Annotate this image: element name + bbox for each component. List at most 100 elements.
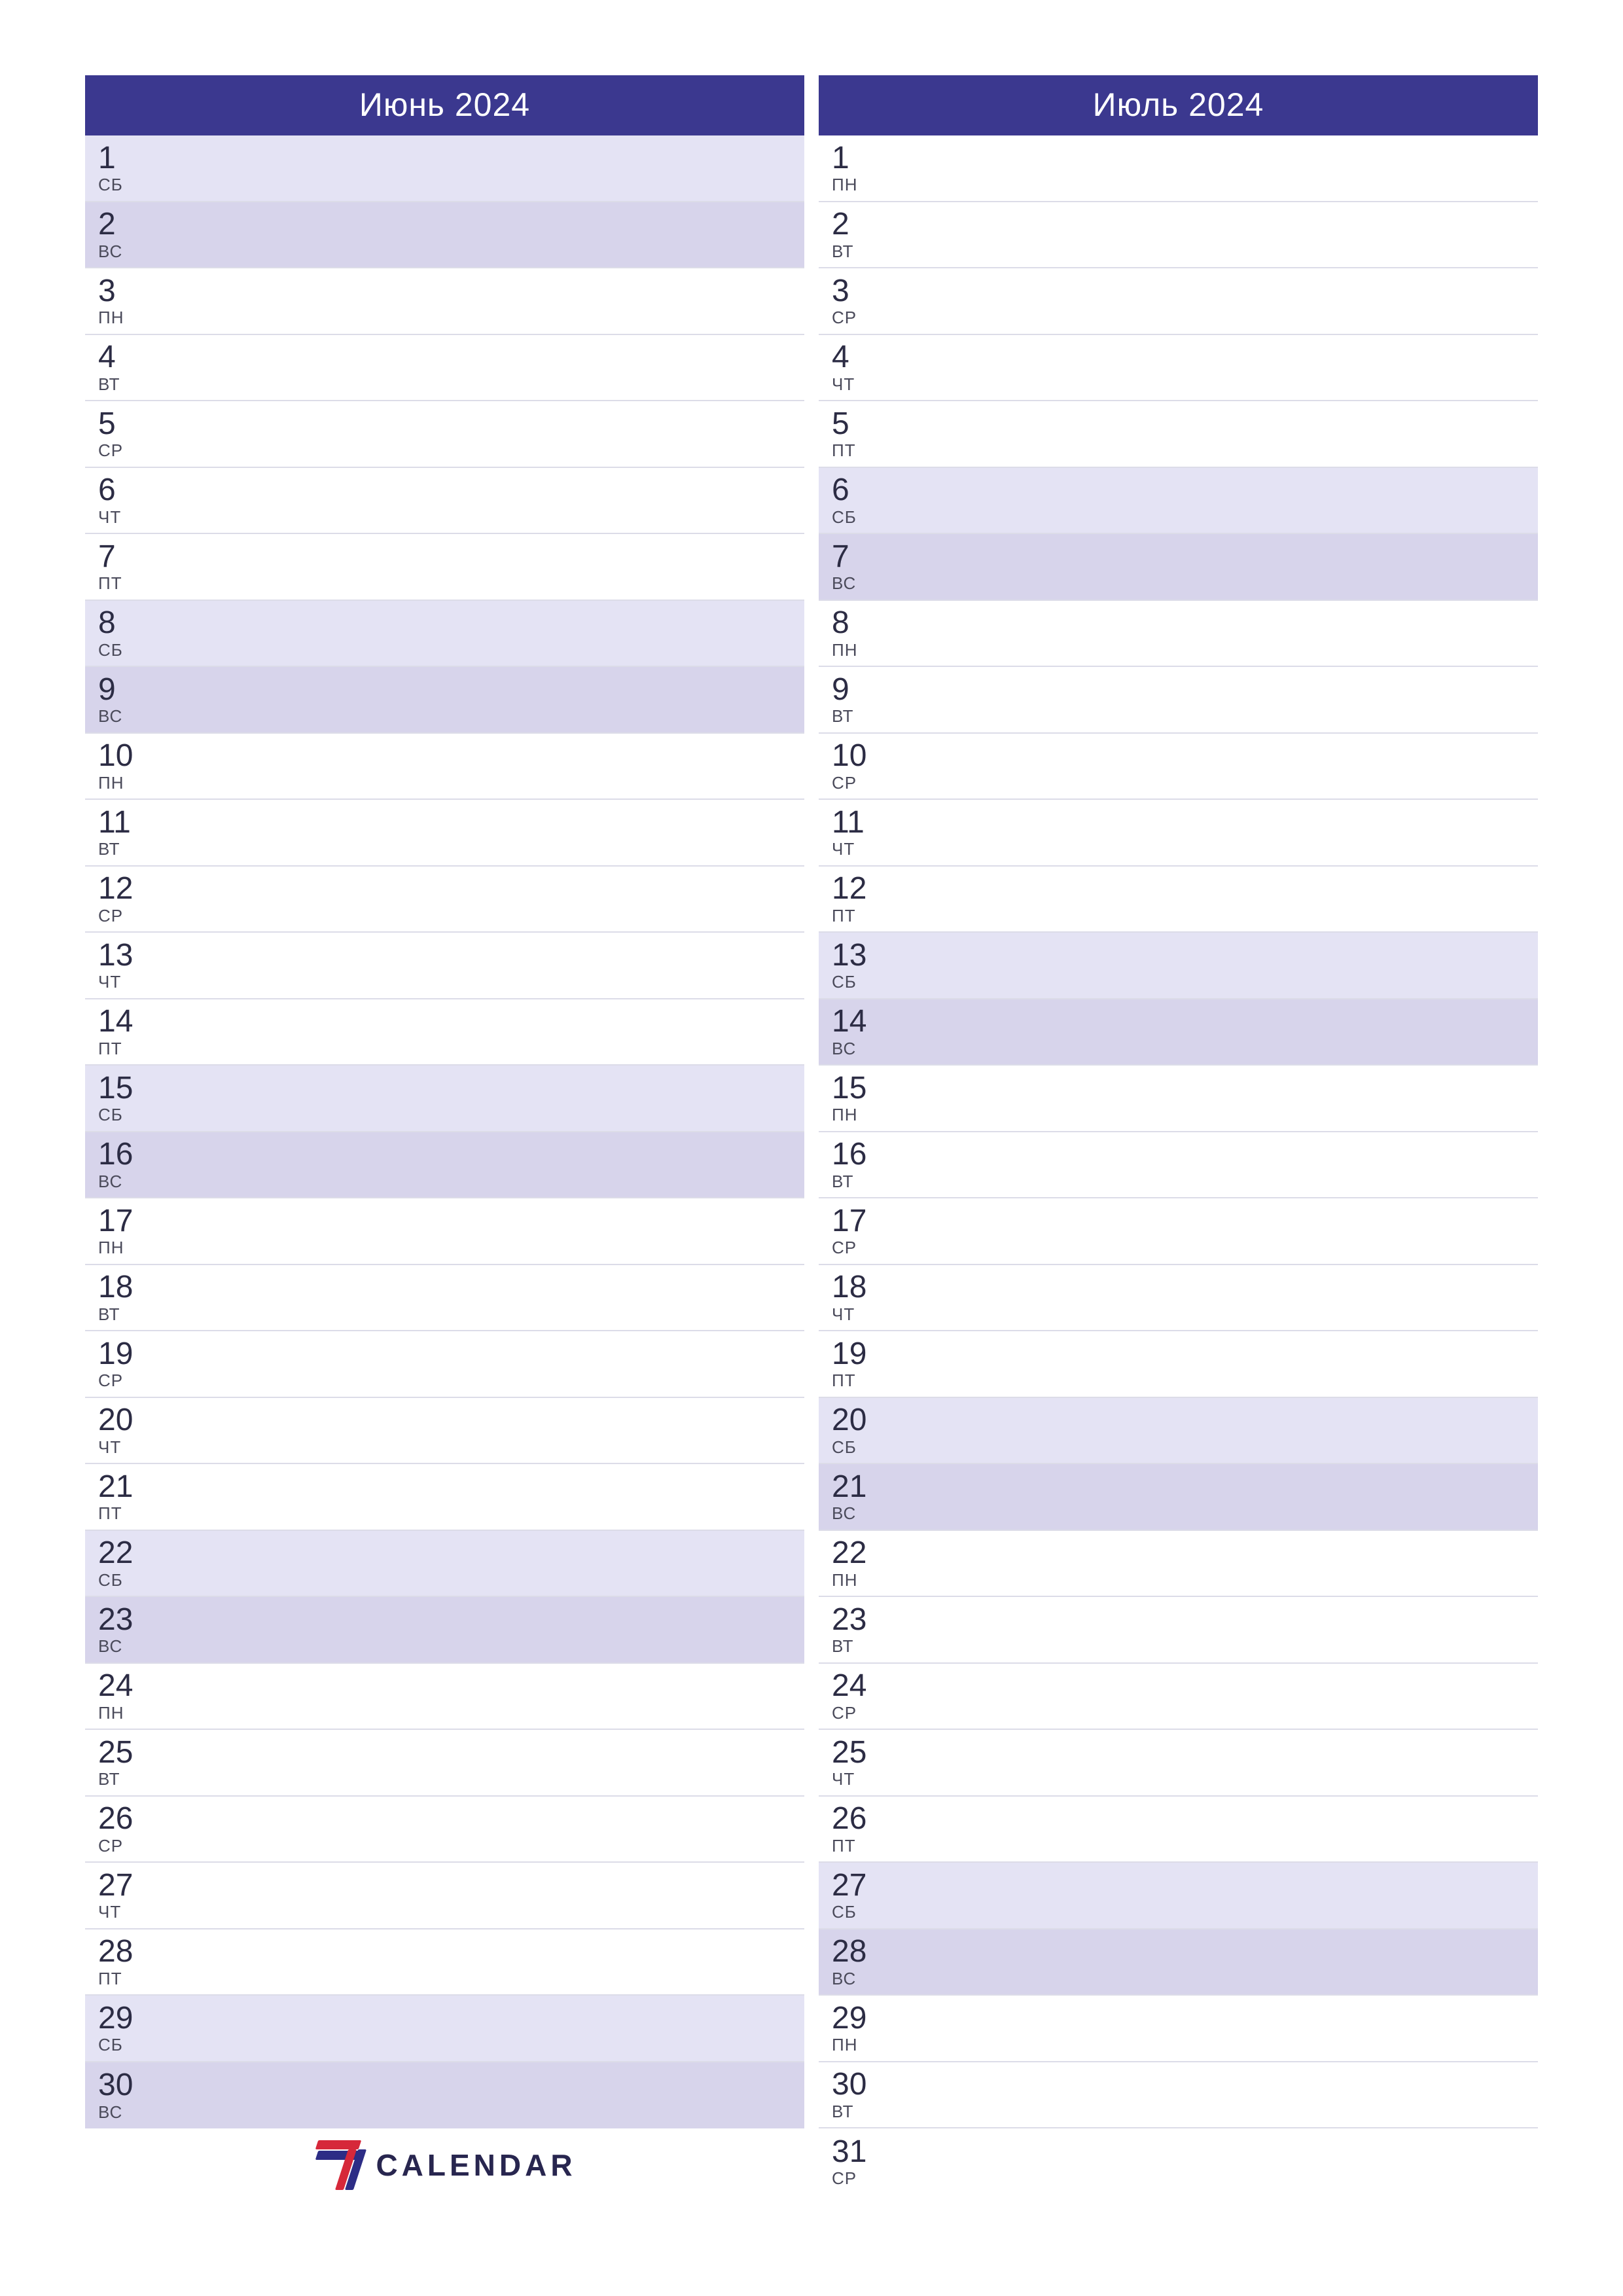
day-number: 22 bbox=[98, 1537, 164, 1570]
day-note-space bbox=[897, 1265, 1538, 1331]
day-row: 11ВТ bbox=[85, 800, 804, 867]
day-row: 7ПТ bbox=[85, 534, 804, 601]
day-row: 18ЧТ bbox=[819, 1265, 1538, 1332]
day-label: 8ПН bbox=[819, 601, 897, 666]
day-number: 7 bbox=[98, 541, 164, 573]
day-number: 4 bbox=[98, 341, 164, 374]
day-label: 13СБ bbox=[819, 933, 897, 998]
day-note-space bbox=[897, 1398, 1538, 1463]
day-of-week: ПН bbox=[832, 2036, 897, 2054]
day-note-space bbox=[164, 667, 804, 732]
day-label: 23ВС bbox=[85, 1597, 164, 1662]
day-note-space bbox=[897, 468, 1538, 533]
days-list: 1ПН2ВТ3СР4ЧТ5ПТ6СБ7ВС8ПН9ВТ10СР11ЧТ12ПТ1… bbox=[819, 135, 1538, 2195]
day-label: 4ВТ bbox=[85, 335, 164, 401]
day-note-space bbox=[897, 2128, 1538, 2195]
day-row: 9ВТ bbox=[819, 667, 1538, 734]
day-note-space bbox=[164, 1331, 804, 1397]
day-note-space bbox=[897, 1198, 1538, 1264]
day-label: 19ПТ bbox=[819, 1331, 897, 1397]
day-of-week: ЧТ bbox=[98, 1903, 164, 1921]
day-of-week: ПН bbox=[832, 1571, 897, 1589]
day-label: 22ПН bbox=[819, 1531, 897, 1596]
day-number: 5 bbox=[832, 408, 897, 440]
day-of-week: СБ bbox=[98, 641, 164, 659]
day-row: 5 ПТ bbox=[819, 401, 1538, 468]
day-number: 1 bbox=[832, 142, 897, 175]
day-row: 29СБ bbox=[85, 1996, 804, 2062]
day-number: 14 bbox=[832, 1005, 897, 1038]
day-number: 2 bbox=[832, 208, 897, 241]
day-of-week: СР bbox=[832, 774, 897, 792]
day-number: 2 bbox=[98, 208, 164, 241]
day-of-week: ЧТ bbox=[832, 840, 897, 858]
day-of-week: ВС bbox=[832, 575, 897, 592]
day-number: 7 bbox=[832, 541, 897, 573]
day-row: 1СБ bbox=[85, 135, 804, 202]
day-label: 7 ВС bbox=[819, 534, 897, 600]
day-row: 27ЧТ bbox=[85, 1863, 804, 1929]
month-column-july: Июль 2024 1ПН2ВТ3СР4ЧТ5ПТ6СБ7ВС8ПН9ВТ10С… bbox=[819, 75, 1538, 2195]
day-of-week: СБ bbox=[832, 1903, 897, 1921]
day-row: 28ВС bbox=[819, 1929, 1538, 1996]
day-number: 22 bbox=[832, 1537, 897, 1570]
day-note-space bbox=[897, 268, 1538, 334]
day-row: 21ПТ bbox=[85, 1464, 804, 1531]
day-row: 25ЧТ bbox=[819, 1730, 1538, 1797]
day-label: 26СР bbox=[85, 1797, 164, 1862]
day-of-week: ПТ bbox=[832, 1837, 897, 1855]
day-of-week: СР bbox=[832, 2170, 897, 2187]
day-number: 30 bbox=[832, 2068, 897, 2101]
day-label: 25ЧТ bbox=[819, 1730, 897, 1795]
day-note-space bbox=[164, 1664, 804, 1729]
day-number: 27 bbox=[98, 1869, 164, 1902]
day-note-space bbox=[897, 2062, 1538, 2128]
day-note-space bbox=[897, 1132, 1538, 1198]
day-number: 14 bbox=[98, 1005, 164, 1038]
day-of-week: ПН bbox=[832, 641, 897, 659]
day-row: 2ВТ bbox=[819, 202, 1538, 269]
day-of-week: ПТ bbox=[832, 442, 897, 459]
day-row: 17СР bbox=[819, 1198, 1538, 1265]
day-row: 24 СР bbox=[819, 1664, 1538, 1731]
day-of-week: ВС bbox=[98, 708, 164, 725]
day-label: 11ВТ bbox=[85, 800, 164, 865]
day-of-week: ПН bbox=[98, 1704, 164, 1722]
day-label: 28ВС bbox=[819, 1929, 897, 1995]
day-note-space bbox=[164, 601, 804, 666]
day-of-week: СБ bbox=[832, 509, 897, 526]
day-row: 8ПН bbox=[819, 601, 1538, 668]
day-number: 10 bbox=[832, 740, 897, 772]
day-note-space bbox=[897, 335, 1538, 401]
day-of-week: ВС bbox=[98, 1173, 164, 1191]
day-row: 24 ПН bbox=[85, 1664, 804, 1731]
day-number: 20 bbox=[832, 1404, 897, 1437]
day-label: 10 СР bbox=[819, 734, 897, 799]
day-number: 13 bbox=[832, 939, 897, 972]
day-label: 1СБ bbox=[85, 135, 164, 201]
day-of-week: СБ bbox=[98, 176, 164, 194]
day-label: 7ПТ bbox=[85, 534, 164, 600]
day-label: 16ВС bbox=[85, 1132, 164, 1198]
day-row: 20СБ bbox=[819, 1398, 1538, 1465]
day-of-week: СБ bbox=[98, 2036, 164, 2054]
day-of-week: ПН bbox=[98, 1239, 164, 1257]
day-of-week: СР bbox=[832, 1239, 897, 1257]
day-label: 20ЧТ bbox=[85, 1398, 164, 1463]
day-of-week: ВС bbox=[832, 1040, 897, 1058]
day-number: 24 bbox=[98, 1670, 164, 1702]
day-row: 18ВТ bbox=[85, 1265, 804, 1332]
day-number: 24 bbox=[832, 1670, 897, 1702]
day-number: 15 bbox=[98, 1072, 164, 1105]
day-label: 18ВТ bbox=[85, 1265, 164, 1331]
calendar-page: Июнь 2024 1СБ2ВС3ПН4ВТ5СР6ЧТ7ПТ8СБ9ВС10П… bbox=[85, 75, 1538, 2195]
day-of-week: СБ bbox=[98, 1106, 164, 1124]
day-label: 14ПТ bbox=[85, 999, 164, 1065]
day-of-week: СР bbox=[832, 1704, 897, 1722]
day-row: 3СР bbox=[819, 268, 1538, 335]
day-note-space bbox=[164, 468, 804, 533]
day-note-space bbox=[164, 999, 804, 1065]
day-of-week: ВТ bbox=[832, 2103, 897, 2121]
day-number: 29 bbox=[832, 2002, 897, 2035]
day-note-space bbox=[897, 667, 1538, 732]
